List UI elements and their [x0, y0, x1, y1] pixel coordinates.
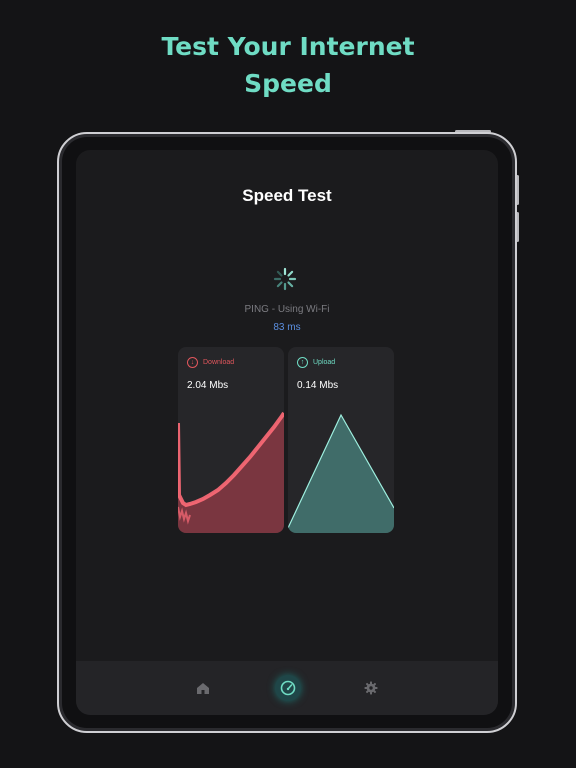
upload-arrow-icon: ↑	[297, 357, 308, 368]
download-label: Download	[203, 359, 235, 366]
promo-headline-line2: Speed	[244, 69, 332, 98]
home-icon	[197, 683, 209, 694]
app-screen: Speed Test PING - Using Wi-Fi 83 ms ↓ Do…	[76, 150, 498, 715]
ping-label: PING - Using Wi-Fi	[244, 304, 330, 315]
tab-settings[interactable]	[360, 677, 382, 699]
loading-spinner-icon	[273, 267, 297, 291]
download-speed-graph	[178, 411, 284, 533]
download-speed-value: 2.04 Mbs	[187, 380, 229, 391]
upload-speed-graph	[288, 413, 394, 533]
upload-label: Upload	[313, 359, 336, 366]
bottom-tab-bar	[76, 661, 498, 715]
tab-speed-test[interactable]	[275, 675, 301, 701]
tab-home[interactable]	[192, 677, 214, 699]
ping-value: 83 ms	[273, 322, 301, 333]
page-title: Speed Test	[242, 186, 332, 205]
promo-headline-line1: Test Your Internet	[161, 32, 415, 61]
gear-icon	[364, 681, 378, 695]
speedometer-icon	[280, 680, 296, 696]
download-card: ↓ Download 2.04 Mbs	[178, 347, 284, 533]
upload-speed-value: 0.14 Mbs	[297, 380, 339, 391]
download-arrow-icon: ↓	[187, 357, 198, 368]
upload-card: ↑ Upload 0.14 Mbs	[288, 347, 394, 533]
promo-headline: Test Your Internet Speed	[0, 28, 576, 102]
